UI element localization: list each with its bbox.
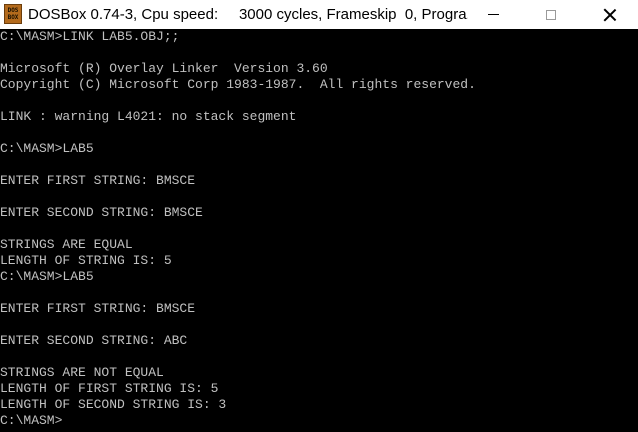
console-line: ENTER SECOND STRING: ABC	[0, 333, 188, 348]
console-line: STRINGS ARE NOT EQUAL	[0, 365, 164, 380]
console-line: C:\MASM>	[0, 413, 63, 428]
console-line: C:\MASM>LAB5	[0, 269, 94, 284]
minimize-icon	[487, 14, 499, 15]
console-line: ENTER SECOND STRING: BMSCE	[0, 205, 203, 220]
console-line: LENGTH OF FIRST STRING IS: 5	[0, 381, 219, 396]
console-line: STRINGS ARE EQUAL	[0, 237, 133, 252]
maximize-icon	[546, 9, 556, 20]
console-line: LENGTH OF SECOND STRING IS: 3	[0, 397, 227, 412]
console-line: ENTER FIRST STRING: BMSCE	[0, 173, 196, 188]
console-line: C:\MASM>LINK LAB5.OBJ;;	[0, 29, 180, 44]
icon-text-top: DOS	[7, 7, 19, 14]
icon-text-bottom: BOX	[7, 14, 19, 21]
console-line: Copyright (C) Microsoft Corp 1983-1987. …	[0, 77, 476, 92]
minimize-button[interactable]	[470, 0, 516, 29]
dosbox-icon[interactable]: DOS BOX	[4, 4, 22, 24]
console-line: ENTER FIRST STRING: BMSCE	[0, 301, 196, 316]
console-line: LENGTH OF STRING IS: 5	[0, 253, 172, 268]
console-line: C:\MASM>LAB5	[0, 141, 94, 156]
console-line: Microsoft (R) Overlay Linker Version 3.6…	[0, 61, 328, 76]
title-bar[interactable]: DOS BOX DOSBox 0.74-3, Cpu speed: 3000 c…	[0, 0, 638, 29]
maximize-button[interactable]	[528, 0, 574, 29]
window-title: DOSBox 0.74-3, Cpu speed: 3000 cycles, F…	[28, 6, 468, 23]
console-line: LINK : warning L4021: no stack segment	[0, 109, 297, 124]
close-icon	[603, 8, 617, 22]
dos-console[interactable]: C:\MASM>LINK LAB5.OBJ;; Microsoft (R) Ove…	[0, 29, 638, 432]
close-button[interactable]	[587, 0, 633, 29]
